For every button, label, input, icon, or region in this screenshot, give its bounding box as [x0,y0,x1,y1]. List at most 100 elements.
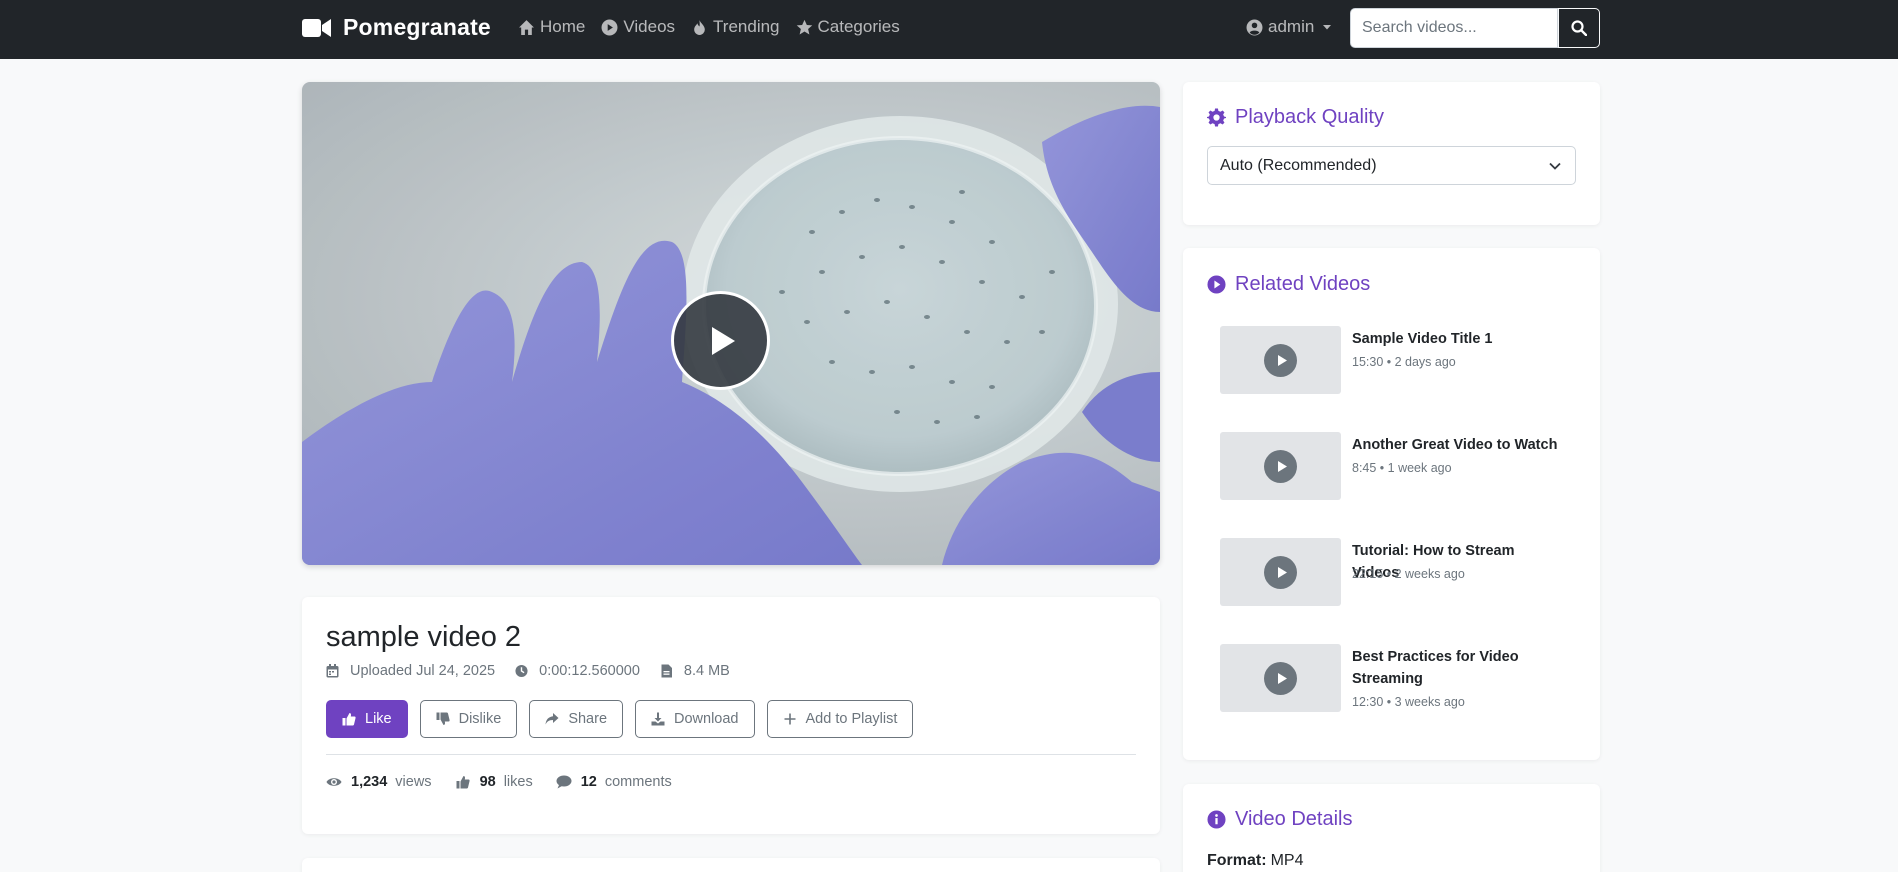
quality-selected-value: Auto (Recommended) [1220,156,1377,174]
search-icon [1571,20,1587,36]
plus-icon [784,713,796,725]
views-count: 1,234 [351,774,388,790]
username: admin [1268,17,1315,36]
play-button[interactable] [671,291,770,390]
video-thumbnail[interactable] [1220,432,1341,500]
views-label: views [395,774,432,790]
format-detail: Format: MP4 [1207,852,1303,870]
download-button[interactable]: Download [635,700,755,738]
nav-link-trending[interactable]: Trending [691,17,780,37]
comment-icon [556,775,572,789]
related-videos-title: Related Videos [1235,273,1371,295]
playback-quality-title: Playback Quality [1235,106,1384,128]
views-stat: 1,234 views [326,774,432,790]
brand-logo[interactable]: Pomegranate [302,14,491,41]
duration: 0:00:12.560000 [515,663,640,679]
nav-link-label: Categories [817,17,900,36]
action-buttons: Like Dislike Share Download Add to Playl… [326,700,925,738]
related-videos-heading: Related Videos [1207,273,1370,296]
upload-date-text: Uploaded Jul 24, 2025 [350,663,496,679]
likes-label: likes [503,774,533,790]
nav-links: Home Videos Trending Categories [518,17,916,37]
search-input[interactable] [1350,8,1558,48]
like-label: Like [365,711,392,727]
duration-text: 0:00:12.560000 [539,663,640,679]
download-icon [651,712,665,726]
chevron-down-icon [1323,25,1332,30]
video-thumbnail[interactable] [1220,538,1341,606]
thumbs-up-icon [342,713,356,726]
file-size: 8.4 MB [660,663,730,679]
search-button[interactable] [1558,8,1600,48]
comments-section [302,858,1160,872]
file-icon [661,664,672,678]
related-video-item[interactable]: Best Practices for Video Streaming 12:30… [1220,644,1580,712]
add-to-playlist-button[interactable]: Add to Playlist [766,700,914,738]
video-player[interactable] [302,82,1160,565]
top-navbar: Pomegranate Home Videos Trending Categor… [0,0,1898,59]
play-icon [712,326,735,355]
nav-link-label: Trending [713,17,780,36]
playback-quality-card: Playback Quality Auto (Recommended) [1183,82,1600,225]
share-icon [545,713,559,725]
play-circle-icon [601,19,618,35]
nav-link-categories[interactable]: Categories [796,17,900,37]
calendar-icon [326,664,339,678]
video-thumbnail[interactable] [1220,326,1341,394]
related-video-title[interactable]: Another Great Video to Watch [1352,434,1562,456]
gear-icon [1207,108,1226,127]
comments-stat: 12 comments [556,774,672,790]
thumbs-up-icon [456,776,470,789]
playlist-label: Add to Playlist [805,711,898,727]
play-icon [1264,449,1297,483]
dislike-label: Dislike [458,711,502,727]
play-icon [1264,343,1297,377]
upload-date: Uploaded Jul 24, 2025 [326,663,495,679]
comments-label: comments [604,774,672,790]
quality-select[interactable]: Auto (Recommended) [1207,146,1576,185]
chevron-down-icon [1549,162,1561,170]
nav-link-home[interactable]: Home [518,17,585,37]
related-videos-card: Related Videos Sample Video Title 1 15:3… [1183,248,1600,760]
download-label: Download [674,711,739,727]
video-details-card: Video Details Format: MP4 [1183,784,1600,872]
related-video-meta: 12:30 • 3 weeks ago [1352,695,1465,709]
share-button[interactable]: Share [529,700,624,738]
brand-name: Pomegranate [343,14,491,40]
format-value: MP4 [1270,852,1304,869]
nav-link-label: Home [540,17,586,36]
star-icon [796,19,812,35]
play-icon [1264,555,1297,589]
related-video-meta: 15:30 • 2 days ago [1352,355,1456,369]
share-label: Share [568,711,608,727]
related-video-item[interactable]: Another Great Video to Watch 8:45 • 1 we… [1220,432,1580,500]
related-video-meta: 22:15 • 2 weeks ago [1352,567,1465,581]
search-form [1350,8,1600,48]
related-video-meta: 8:45 • 1 week ago [1352,461,1452,475]
like-button[interactable]: Like [326,700,408,738]
user-menu-dropdown[interactable]: admin [1246,17,1332,37]
related-video-title[interactable]: Best Practices for Video Streaming [1352,646,1562,690]
play-icon [1264,661,1297,695]
video-thumbnail[interactable] [1220,644,1341,712]
related-video-title[interactable]: Sample Video Title 1 [1352,328,1562,350]
home-icon [519,19,534,35]
nav-link-videos[interactable]: Videos [601,17,675,37]
eye-icon [326,778,342,786]
file-size-text: 8.4 MB [683,663,730,679]
video-stats: 1,234 views 98 likes 12 comments [326,774,695,790]
video-details-heading: Video Details [1207,808,1352,831]
video-camera-icon [302,18,331,37]
dislike-button[interactable]: Dislike [419,700,518,738]
video-meta: Uploaded Jul 24, 2025 0:00:12.560000 8.4… [326,663,750,679]
video-info-card: sample video 2 Uploaded Jul 24, 2025 0:0… [302,597,1160,834]
info-icon [1207,810,1226,829]
divider [326,754,1136,755]
related-video-item[interactable]: Tutorial: How to Stream Videos 22:15 • 2… [1220,538,1580,606]
play-circle-icon [1207,275,1226,294]
clock-icon [515,664,528,678]
related-video-item[interactable]: Sample Video Title 1 15:30 • 2 days ago [1220,326,1580,394]
user-circle-icon [1246,19,1263,35]
nav-link-label: Videos [623,17,676,36]
likes-stat: 98 likes [455,774,533,790]
